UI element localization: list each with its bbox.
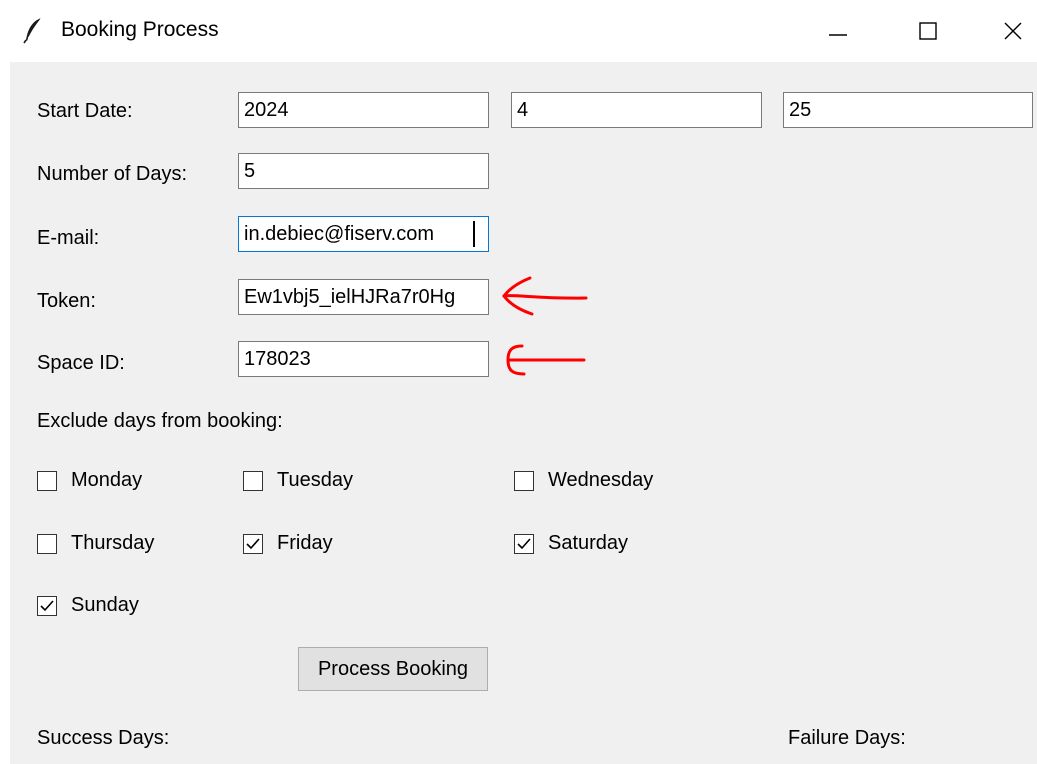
start-year-input[interactable] [238,92,489,128]
failure-days-label: Failure Days: [788,727,906,749]
start-month-input[interactable] [511,92,762,128]
checkbox-wednesday[interactable]: Wednesday [514,469,653,492]
window-title: Booking Process [61,18,219,41]
space-id-input[interactable] [238,341,489,377]
start-date-label: Start Date: [37,100,133,122]
checkbox-box[interactable] [514,470,534,491]
app-window: Booking Process Start Date: Number of Da… [0,0,1037,764]
checkbox-saturday[interactable]: Saturday [514,532,628,555]
maximize-button[interactable] [905,10,951,52]
checkbox-label: Wednesday [548,469,654,491]
checkbox-box[interactable] [37,533,57,554]
checkbox-box[interactable] [514,533,534,554]
feather-icon [22,16,44,44]
num-days-input[interactable] [238,153,489,189]
close-icon [1003,21,1023,41]
checkbox-label: Tuesday [277,469,353,491]
checkbox-box[interactable] [37,595,57,616]
minimize-button[interactable] [815,10,861,52]
checkbox-friday[interactable]: Friday [243,532,333,555]
exclude-days-label: Exclude days from booking: [37,410,283,432]
checkbox-box[interactable] [243,533,263,554]
checkmark-icon [246,537,260,549]
checkbox-box[interactable] [243,470,263,491]
red-arrow-icon [498,342,590,387]
checkbox-label: Sunday [71,594,139,616]
client-area: Start Date: Number of Days: E-mail: Toke… [10,62,1037,764]
minimize-icon [828,21,848,41]
success-days-label: Success Days: [37,727,170,749]
token-label: Token: [37,290,96,312]
red-arrow-icon [500,272,592,327]
checkbox-tuesday[interactable]: Tuesday [243,469,353,492]
checkbox-label: Thursday [71,532,155,554]
checkbox-label: Saturday [548,532,629,554]
checkbox-monday[interactable]: Monday [37,469,142,492]
checkmark-icon [517,537,531,549]
checkbox-thursday[interactable]: Thursday [37,532,154,555]
maximize-icon [918,21,938,41]
process-booking-button[interactable]: Process Booking [298,647,488,691]
checkbox-sunday[interactable]: Sunday [37,594,139,617]
checkbox-label: Friday [277,532,333,554]
num-days-label: Number of Days: [37,163,188,185]
checkmark-icon [40,599,54,611]
start-day-input[interactable] [783,92,1033,128]
email-input[interactable] [238,216,489,252]
token-input[interactable] [238,279,489,315]
checkbox-box[interactable] [37,470,57,491]
close-button[interactable] [990,10,1036,52]
email-label: E-mail: [37,227,100,249]
checkbox-label: Monday [71,469,143,491]
space-id-label: Space ID: [37,352,125,374]
title-bar[interactable]: Booking Process [0,0,1037,62]
text-caret [473,221,475,247]
